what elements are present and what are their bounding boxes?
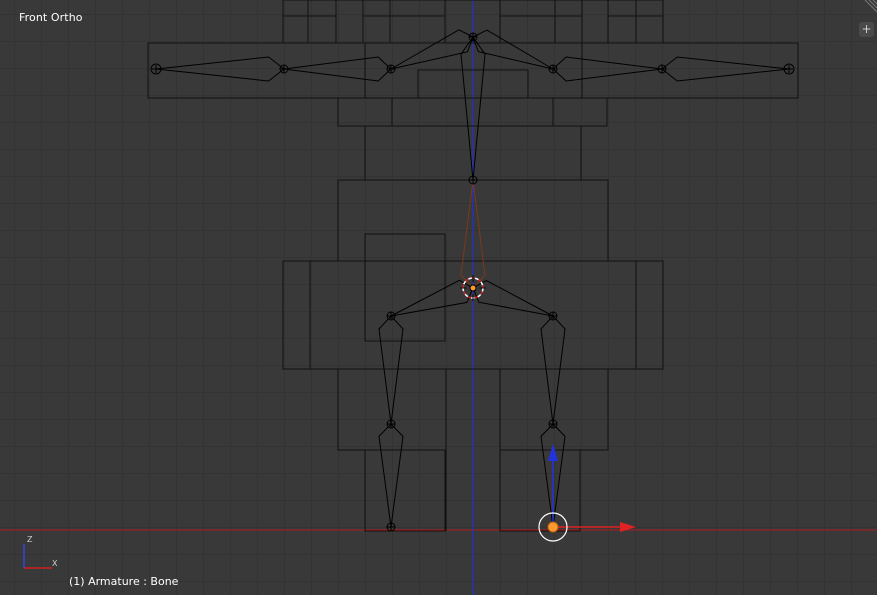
- resize-corner-icon[interactable]: [863, 0, 877, 14]
- bone-4[interactable]: [155, 56, 285, 82]
- bone-joint-cross: [152, 65, 160, 73]
- bone-joint-cross: [785, 65, 793, 73]
- status-label: (1) Armature : Bone: [69, 575, 179, 588]
- 3d-viewport[interactable]: Front Ortho + Z X (1) Armature : Bone: [0, 0, 877, 595]
- z-axis-label: Z: [27, 535, 33, 544]
- bone-3[interactable]: [283, 56, 392, 82]
- axis-orientation-icon: Z X: [23, 535, 58, 569]
- bone-5[interactable]: [472, 29, 554, 70]
- bone-10[interactable]: [378, 423, 404, 528]
- bone-8[interactable]: [390, 279, 474, 317]
- bone-12[interactable]: [540, 315, 566, 425]
- x-axis-label: X: [52, 559, 58, 568]
- bone-7[interactable]: [661, 56, 790, 82]
- bone-9[interactable]: [378, 315, 404, 425]
- root-joint[interactable]: [469, 284, 477, 292]
- translate-gizmo-icon[interactable]: [538, 444, 636, 542]
- bone-11[interactable]: [472, 279, 554, 317]
- plus-icon[interactable]: +: [859, 22, 874, 37]
- bone-2[interactable]: [390, 29, 474, 70]
- bone-6[interactable]: [552, 56, 663, 82]
- scene-wireframe[interactable]: [0, 0, 877, 595]
- view-name-label: Front Ortho: [19, 11, 83, 24]
